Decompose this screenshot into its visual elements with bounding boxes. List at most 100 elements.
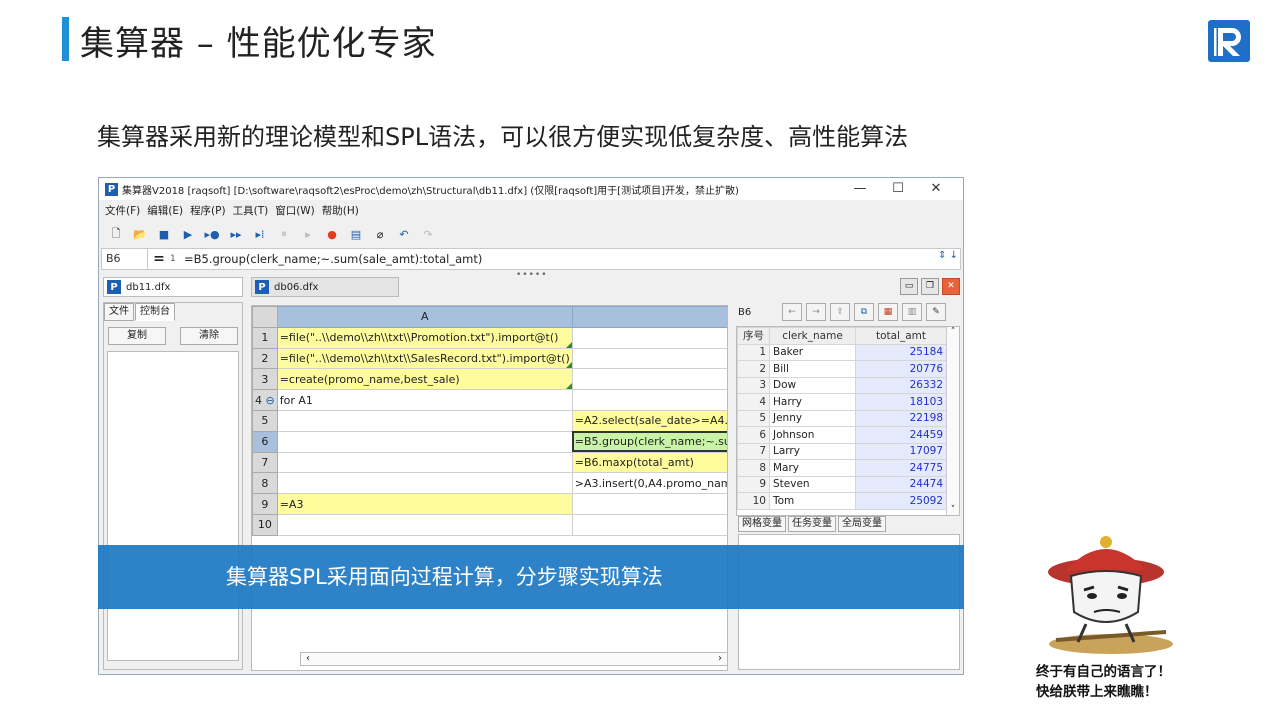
- amt-cell: 22198: [855, 409, 947, 427]
- close-button[interactable]: ✕: [917, 178, 955, 200]
- row-header[interactable]: 9: [252, 493, 278, 515]
- row-header[interactable]: 7: [252, 451, 278, 474]
- table-row[interactable]: 2 Bill 20776: [737, 360, 947, 378]
- menu-tools[interactable]: 工具(T): [233, 202, 269, 220]
- formula-input[interactable]: =B5.group(clerk_name;~.sum(sale_amt):tot…: [184, 252, 482, 266]
- debug-icon[interactable]: ▸●: [201, 224, 223, 244]
- cell-b6-selected[interactable]: =B5.group(clerk_name;~.sum(sale_amt):tot…: [571, 430, 727, 453]
- name-cell: Tom: [769, 492, 856, 510]
- cell-a9[interactable]: =A3: [276, 493, 573, 515]
- chart-icon[interactable]: ▥: [902, 303, 922, 321]
- horizontal-scrollbar[interactable]: ‹ ›: [300, 652, 727, 666]
- undo-icon[interactable]: ↶: [393, 224, 415, 244]
- copy-value-icon[interactable]: ⧉: [854, 303, 874, 321]
- cell-b2[interactable]: [571, 347, 727, 370]
- table-row[interactable]: 3 Dow 26332: [737, 376, 947, 394]
- table-row[interactable]: 1 Baker 25184: [737, 343, 947, 361]
- clear-button[interactable]: 清除: [180, 327, 238, 345]
- run-icon[interactable]: ▶: [177, 224, 199, 244]
- scroll-up-icon[interactable]: ˄: [947, 327, 959, 337]
- menu-file[interactable]: 文件(F): [105, 202, 140, 220]
- menu-program[interactable]: 程序(P): [190, 202, 226, 220]
- redo-icon[interactable]: ↷: [417, 224, 439, 244]
- row-header[interactable]: 1: [252, 326, 278, 349]
- table-row[interactable]: 8 Mary 24775: [737, 459, 947, 477]
- menu-help[interactable]: 帮助(H): [322, 202, 359, 220]
- step-icon[interactable]: ▸▸: [225, 224, 247, 244]
- minimize-button[interactable]: —: [841, 178, 879, 200]
- cell-b5[interactable]: =A2.select(sale_date>=A4.start_date && s…: [571, 409, 727, 432]
- cell-b9[interactable]: [571, 493, 727, 515]
- copy-button[interactable]: 复制: [108, 327, 166, 345]
- eraser-icon[interactable]: ⌀: [369, 224, 391, 244]
- cell-b10[interactable]: [571, 513, 727, 536]
- console-output[interactable]: [107, 351, 239, 661]
- maximize-button[interactable]: ☐: [879, 178, 917, 200]
- row-header[interactable]: 3: [252, 368, 278, 391]
- cell-a3[interactable]: =create(promo_name,best_sale): [276, 368, 573, 391]
- table-row[interactable]: 4 Harry 18103: [737, 393, 947, 411]
- new-file-icon[interactable]: 🗋: [105, 224, 127, 244]
- cell-b1[interactable]: [571, 326, 727, 349]
- table-row[interactable]: 10 Tom 25092: [737, 492, 947, 510]
- table-row[interactable]: 5 Jenny 22198: [737, 409, 947, 427]
- row-header[interactable]: 2: [252, 347, 278, 370]
- cell-a4[interactable]: for A1: [276, 389, 573, 411]
- splitter-handle[interactable]: •••••: [516, 270, 548, 280]
- save-icon[interactable]: ■: [153, 224, 175, 244]
- col-header-b[interactable]: B: [571, 306, 727, 328]
- scroll-down-icon[interactable]: ˅: [947, 505, 959, 515]
- clear-icon[interactable]: ▤: [345, 224, 367, 244]
- step-into-icon[interactable]: ▸⁞: [249, 224, 271, 244]
- tab-db11[interactable]: P db11.dfx: [103, 277, 243, 297]
- collapse-icon[interactable]: ⊖: [266, 394, 275, 407]
- tab-task-vars[interactable]: 任务变量: [788, 516, 836, 532]
- forward-icon[interactable]: →: [806, 303, 826, 321]
- record-icon[interactable]: ●: [321, 224, 343, 244]
- cell-a10[interactable]: [276, 513, 573, 536]
- pin-icon[interactable]: ✎: [926, 303, 946, 321]
- cell-b7[interactable]: =B6.maxp(total_amt): [571, 451, 727, 474]
- scroll-right-icon[interactable]: ›: [713, 653, 727, 665]
- cell-a5[interactable]: [276, 409, 573, 432]
- table-row[interactable]: 7 Larry 17097: [737, 442, 947, 460]
- tab-global-vars[interactable]: 全局变量: [838, 516, 886, 532]
- grid-corner[interactable]: [252, 306, 278, 328]
- table-row[interactable]: 6 Johnson 24459: [737, 426, 947, 444]
- row-header[interactable]: 4 ⊖: [252, 389, 278, 411]
- cell-a2[interactable]: =file("..\\demo\\zh\\txt\\SalesRecord.tx…: [276, 347, 573, 370]
- export-icon[interactable]: ⇪: [830, 303, 850, 321]
- stop-icon[interactable]: ▸: [297, 224, 319, 244]
- cell-a7[interactable]: [276, 451, 573, 474]
- row-header[interactable]: 5: [252, 409, 278, 432]
- pause-icon[interactable]: ⏸: [273, 224, 295, 244]
- row-header[interactable]: 8: [252, 472, 278, 495]
- doc-minimize-button[interactable]: ▭: [900, 278, 918, 295]
- table-view-icon[interactable]: ▦: [878, 303, 898, 321]
- scroll-left-icon[interactable]: ‹: [301, 653, 315, 665]
- tab-file[interactable]: 文件: [104, 303, 134, 321]
- tab-db06[interactable]: P db06.dfx: [251, 277, 399, 297]
- row-header-selected[interactable]: 6: [252, 430, 278, 453]
- open-folder-icon[interactable]: 📂: [129, 224, 151, 244]
- back-icon[interactable]: ←: [782, 303, 802, 321]
- col-header-a[interactable]: A: [276, 306, 573, 328]
- tab-cell-vars[interactable]: 网格变量: [738, 516, 786, 532]
- cell-a6[interactable]: [276, 430, 573, 453]
- cell-ref-field[interactable]: B6: [102, 249, 148, 269]
- menu-window[interactable]: 窗口(W): [275, 202, 315, 220]
- doc-restore-button[interactable]: ❐: [921, 278, 939, 295]
- doc-close-button[interactable]: ✕: [942, 278, 960, 295]
- vertical-scrollbar[interactable]: ˄ ˅: [946, 327, 959, 515]
- cell-b3[interactable]: [571, 368, 727, 391]
- cell-a1[interactable]: =file("..\\demo\\zh\\txt\\Promotion.txt"…: [276, 326, 573, 349]
- tab-console[interactable]: 控制台: [135, 303, 175, 321]
- cell-b4[interactable]: [571, 389, 727, 411]
- cell-a8[interactable]: [276, 472, 573, 495]
- menu-edit[interactable]: 编辑(E): [147, 202, 183, 220]
- formula-expand-icon[interactable]: ⇕ ↓: [938, 250, 958, 261]
- value-panel: B6 ← → ⇪ ⧉ ▦ ▥ ✎ 序号 clerk_name total_amt…: [736, 302, 962, 672]
- table-row[interactable]: 9 Steven 24474: [737, 475, 947, 493]
- cell-b8[interactable]: >A3.insert(0,A4.promo_name,B7.clerk_name…: [571, 472, 727, 495]
- row-header[interactable]: 10: [252, 513, 278, 536]
